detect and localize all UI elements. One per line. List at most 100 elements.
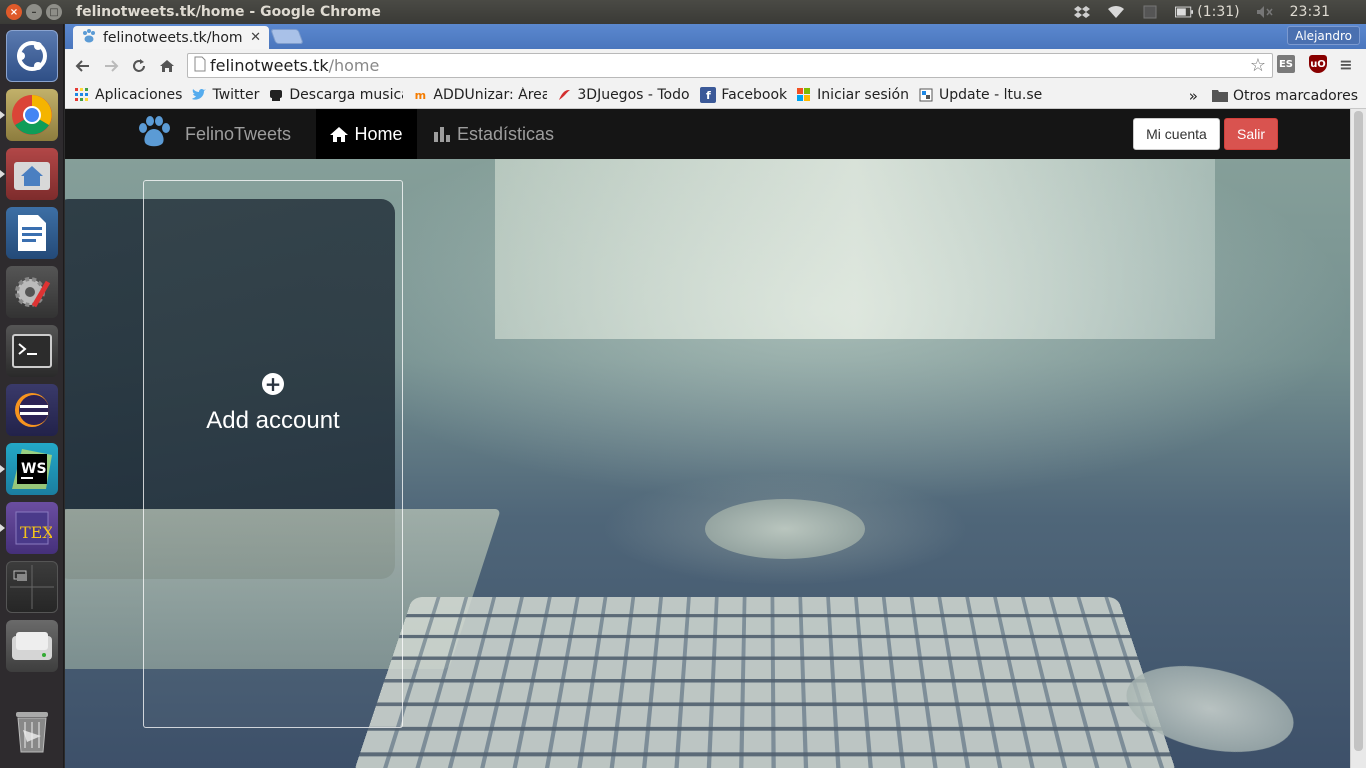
bookmark-label: 3DJuegos - Todo (577, 87, 691, 103)
background-photo-bowl (705, 499, 865, 559)
battery-indicator[interactable]: (1:31) (1175, 4, 1239, 20)
battery-icon (1175, 5, 1193, 19)
chrome-launcher-icon[interactable] (6, 89, 58, 141)
chrome-menu-icon[interactable]: ≡ (1337, 55, 1355, 73)
url-host: felinotweets.tk (210, 56, 329, 75)
bookmark-star-icon[interactable]: ☆ (1250, 55, 1266, 76)
home-icon[interactable] (153, 52, 181, 80)
bookmark-iniciar-sesion[interactable]: Iniciar sesión (796, 87, 909, 103)
texmaker-icon[interactable]: TEX (6, 502, 58, 554)
bookmark-aplicaciones[interactable]: Aplicaciones (74, 87, 182, 103)
bookmark-descarga-musica[interactable]: Descarga musica (268, 87, 403, 103)
dropbox-icon[interactable] (1073, 5, 1091, 19)
ubuntu-dash-icon[interactable] (6, 30, 58, 82)
tab-title: felinotweets.tk/hom (103, 30, 250, 46)
system-top-panel: × – □ felinotweets.tk/home - Google Chro… (0, 0, 1366, 24)
3djuegos-icon (556, 87, 572, 103)
bookmark-label: Facebook (721, 87, 787, 103)
browser-window: felinotweets.tk/hom ✕ Alejandro felinotw… (65, 24, 1366, 768)
browser-toolbar: felinotweets.tk/home ☆ ES uO ≡ (65, 49, 1366, 82)
vertical-scrollbar[interactable] (1350, 109, 1366, 768)
clock[interactable]: 23:31 (1290, 4, 1330, 20)
bookmark-label: ADDUnizar: Área (433, 87, 547, 103)
launcher: WS TEX (0, 24, 64, 768)
volume-muted-icon[interactable] (1256, 5, 1274, 19)
page-icon (194, 56, 206, 76)
drive-icon[interactable] (6, 620, 58, 672)
nav-home-label: Home (354, 124, 402, 145)
window-controls: × – □ (6, 4, 62, 20)
moodle-icon: m (412, 87, 428, 103)
window-minimize-button[interactable]: – (26, 4, 42, 20)
bookmark-label: Otros marcadores (1233, 88, 1358, 104)
url-path: /home (329, 56, 380, 75)
bar-chart-icon (433, 126, 451, 142)
twitter-bird-icon (191, 87, 207, 103)
bookmark-twitter[interactable]: Twitter (191, 87, 259, 103)
svg-text:TEX: TEX (20, 523, 52, 542)
nav-estadisticas-label: Estadísticas (457, 124, 554, 145)
system-tray: (1:31) 23:31 (1073, 0, 1366, 24)
libreoffice-writer-icon[interactable] (6, 207, 58, 259)
paw-favicon-icon (81, 28, 97, 48)
reload-icon[interactable] (125, 52, 153, 80)
app-navbar: FelinoTweets Home Estadísticas Mi cuenta… (65, 109, 1350, 159)
folder-icon (1212, 88, 1228, 104)
background-photo-keyboard-rows (353, 597, 1178, 768)
logout-button[interactable]: Salir (1224, 118, 1278, 150)
paw-logo-icon (137, 116, 171, 153)
apps-grid-icon (74, 87, 90, 103)
bookmark-addunizar[interactable]: m ADDUnizar: Área (412, 87, 547, 103)
window-title: felinotweets.tk/home - Google Chrome (76, 4, 381, 20)
bookmark-label: Iniciar sesión (817, 87, 909, 103)
brand-link[interactable]: FelinoTweets (137, 109, 291, 159)
battery-time: (1:31) (1197, 4, 1239, 20)
page-icon (918, 87, 934, 103)
add-account-label: Add account (206, 407, 339, 435)
webstorm-icon[interactable]: WS (6, 443, 58, 495)
page-viewport: FelinoTweets Home Estadísticas Mi cuenta… (65, 109, 1350, 768)
trash-icon[interactable] (6, 706, 58, 758)
system-settings-icon[interactable] (6, 266, 58, 318)
bookmark-label: Update - ltu.se (939, 87, 1042, 103)
new-tab-button[interactable] (270, 29, 303, 44)
bookmarks-right: » Otros marcadores (1189, 82, 1358, 109)
my-account-button[interactable]: Mi cuenta (1133, 118, 1220, 150)
brand-name: FelinoTweets (185, 124, 291, 145)
add-account-card[interactable]: + Add account (143, 180, 403, 728)
keyboard-layout-icon[interactable] (1141, 5, 1159, 19)
bookmark-update-ltu[interactable]: Update - ltu.se (918, 87, 1042, 103)
eclipse-icon[interactable] (6, 384, 58, 436)
plus-circle-icon: + (262, 373, 284, 395)
microsoft-icon (796, 87, 812, 103)
bookmarks-overflow-chevron[interactable]: » (1189, 87, 1198, 105)
svg-text:WS: WS (21, 461, 47, 477)
facebook-icon: f (700, 87, 716, 103)
nav-home[interactable]: Home (316, 109, 417, 159)
address-bar[interactable]: felinotweets.tk/home ☆ (187, 53, 1273, 78)
bookmark-facebook[interactable]: f Facebook (700, 87, 787, 103)
ublock-extension-icon[interactable]: uO (1309, 55, 1327, 73)
files-home-icon[interactable] (6, 148, 58, 200)
back-arrow-icon[interactable] (69, 52, 97, 80)
bookmark-label: Twitter (212, 87, 259, 103)
other-bookmarks-folder[interactable]: Otros marcadores (1212, 88, 1358, 104)
bookmark-3djuegos[interactable]: 3DJuegos - Todo (556, 87, 691, 103)
nav-estadisticas[interactable]: Estadísticas (417, 109, 570, 159)
scrollbar-thumb[interactable] (1354, 111, 1363, 751)
wifi-icon[interactable] (1107, 5, 1125, 19)
bookmark-label: Aplicaciones (95, 87, 182, 103)
home-icon (330, 126, 348, 142)
bookmark-label: Descarga musica (289, 87, 403, 103)
terminal-icon[interactable] (6, 325, 58, 377)
workspace-switcher-icon[interactable] (6, 561, 58, 613)
window-maximize-button[interactable]: □ (46, 4, 62, 20)
language-extension-icon[interactable]: ES (1277, 55, 1295, 73)
bookmarks-bar: Aplicaciones Twitter Descarga musica m A… (65, 82, 1366, 109)
forward-arrow-icon[interactable] (97, 52, 125, 80)
profile-button[interactable]: Alejandro (1287, 26, 1360, 45)
tab-strip: felinotweets.tk/hom ✕ Alejandro (65, 24, 1366, 49)
tab-close-icon[interactable]: ✕ (250, 30, 261, 45)
tab-felinotweets[interactable]: felinotweets.tk/hom ✕ (73, 26, 269, 49)
window-close-button[interactable]: × (6, 4, 22, 20)
